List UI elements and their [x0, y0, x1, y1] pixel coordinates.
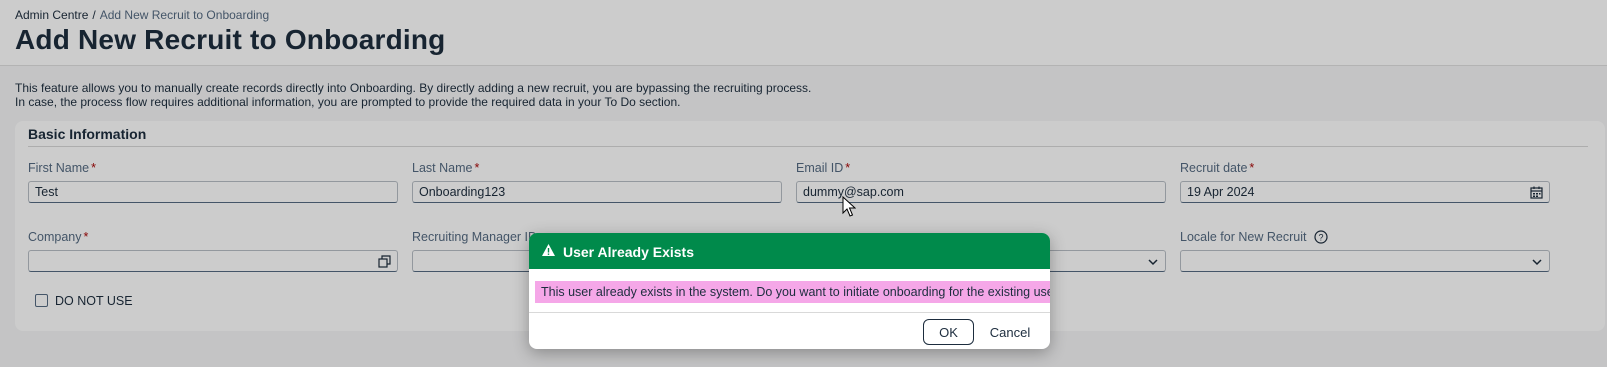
dialog-title: User Already Exists: [563, 244, 694, 260]
mouse-cursor-icon: [842, 196, 856, 217]
warning-icon: [542, 244, 555, 256]
dialog-footer-divider: [529, 312, 1050, 313]
cancel-button[interactable]: Cancel: [984, 319, 1036, 345]
ok-button[interactable]: OK: [923, 319, 974, 345]
user-exists-dialog: User Already Exists This user already ex…: [529, 233, 1050, 349]
dialog-header: User Already Exists: [529, 233, 1050, 269]
dialog-message: This user already exists in the system. …: [535, 281, 1050, 303]
